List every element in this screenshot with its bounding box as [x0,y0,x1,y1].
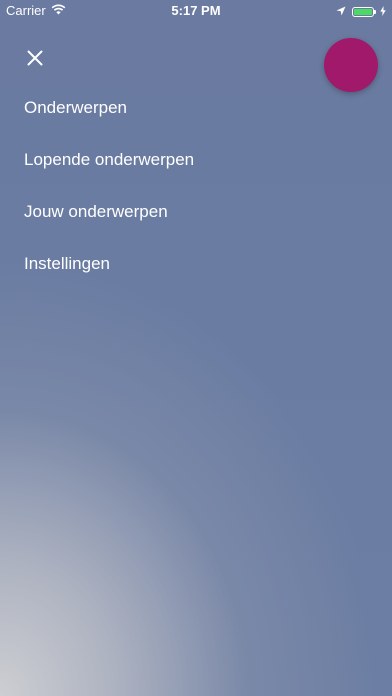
navigation-menu: Onderwerpen Lopende onderwerpen Jouw ond… [24,97,194,305]
close-icon [27,50,43,71]
charging-bolt-icon [380,4,386,19]
menu-item-instellingen[interactable]: Instellingen [24,253,194,305]
battery-icon [352,6,376,17]
location-arrow-icon [336,4,346,19]
menu-item-onderwerpen[interactable]: Onderwerpen [24,97,194,149]
status-time: 5:17 PM [171,3,221,18]
menu-item-jouw-onderwerpen[interactable]: Jouw onderwerpen [24,201,194,253]
profile-button[interactable] [324,38,378,92]
menu-item-lopende-onderwerpen[interactable]: Lopende onderwerpen [24,149,194,201]
status-right [336,4,386,19]
status-bar: Carrier 5:17 PM [0,0,392,20]
close-menu-button[interactable] [22,47,48,73]
battery-level [354,8,372,15]
